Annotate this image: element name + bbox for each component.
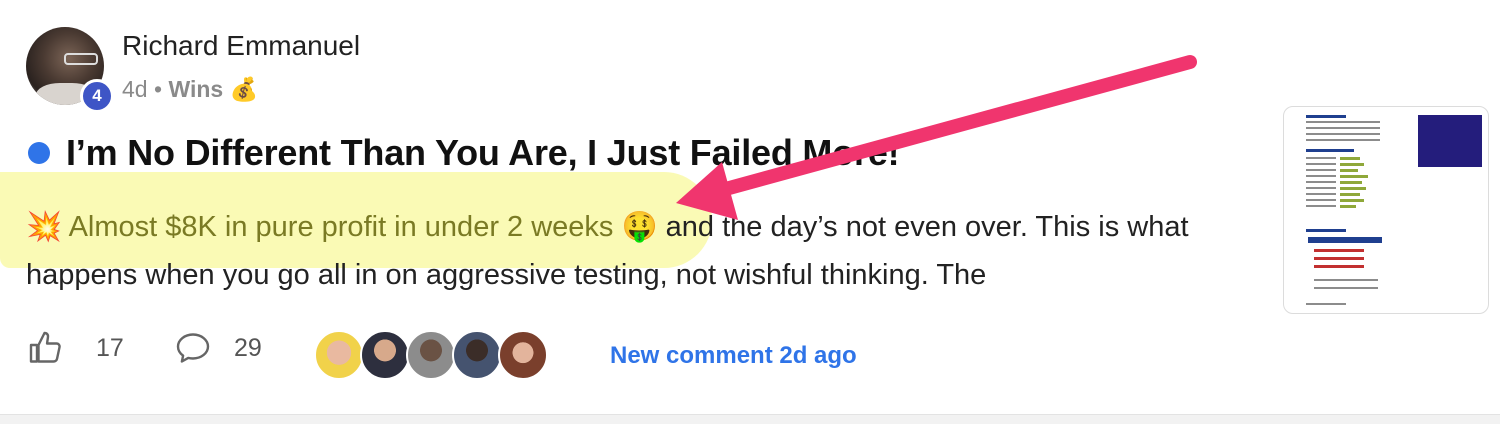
money-bag-icon: 💰 xyxy=(229,76,259,102)
thumb-line xyxy=(1306,303,1346,305)
thumb-heading xyxy=(1306,229,1346,232)
thumb-line xyxy=(1306,157,1336,159)
thumb-ad xyxy=(1418,115,1482,167)
avatar[interactable] xyxy=(498,330,548,380)
thumbs-up-icon xyxy=(29,331,61,363)
post-meta: 4d • Wins 💰 xyxy=(122,76,258,103)
like-count: 17 xyxy=(96,333,124,362)
thumb-bar xyxy=(1340,205,1356,208)
thumb-line xyxy=(1306,139,1380,141)
comment-button[interactable]: 29 xyxy=(174,330,262,366)
like-button[interactable]: 17 xyxy=(28,330,124,366)
post-body[interactable]: 💥 Almost $8K in pure profit in under 2 w… xyxy=(26,203,1226,299)
commenter-avatars xyxy=(314,330,548,380)
post-title[interactable]: I’m No Different Than You Are, I Just Fa… xyxy=(66,132,900,174)
unread-dot xyxy=(28,142,50,164)
post-age[interactable]: 4d xyxy=(122,76,148,102)
thumb-line xyxy=(1306,175,1336,177)
thumb-bar xyxy=(1340,187,1366,190)
avatar[interactable] xyxy=(406,330,456,380)
thumb-line xyxy=(1306,133,1380,135)
author-name[interactable]: Richard Emmanuel xyxy=(122,30,360,62)
thumb-line xyxy=(1306,193,1336,195)
money-face-emoji-icon: 🤑 xyxy=(621,211,658,243)
level-badge: 4 xyxy=(80,79,114,113)
thumb-line xyxy=(1306,127,1380,129)
author-avatar[interactable]: 4 xyxy=(26,27,114,113)
thumb-line xyxy=(1306,205,1336,207)
thumb-bar xyxy=(1340,199,1364,202)
thumb-red-line xyxy=(1314,265,1364,268)
speech-bubble-icon xyxy=(176,333,210,363)
post-footer: 17 29 New comment 2d ago xyxy=(28,330,1228,382)
thumb-line xyxy=(1306,199,1336,201)
post-card[interactable]: 4 Richard Emmanuel 4d • Wins 💰 I’m No Di… xyxy=(0,0,1500,416)
thumb-bar xyxy=(1340,169,1358,172)
thumb-line xyxy=(1306,169,1336,171)
thumb-heading xyxy=(1306,115,1346,118)
avatar[interactable] xyxy=(314,330,364,380)
thumb-bar xyxy=(1340,193,1360,196)
thumb-line xyxy=(1306,181,1336,183)
thumb-red-line xyxy=(1314,249,1364,252)
thumb-bar xyxy=(1340,181,1362,184)
thumb-line xyxy=(1314,287,1378,289)
thumb-line xyxy=(1314,279,1378,281)
post-thumbnail[interactable] xyxy=(1283,106,1489,314)
thumb-bar xyxy=(1340,163,1364,166)
title-row[interactable]: I’m No Different Than You Are, I Just Fa… xyxy=(28,132,900,174)
avatar-glasses xyxy=(64,53,98,65)
thumb-red-line xyxy=(1314,257,1364,260)
meta-separator: • xyxy=(153,76,163,102)
thumb-line xyxy=(1306,163,1336,165)
thumb-bar xyxy=(1340,157,1360,160)
new-comment-link[interactable]: New comment 2d ago xyxy=(610,342,857,370)
body-highlight-text: Almost $8K in pure profit in under 2 wee… xyxy=(68,211,614,243)
avatar[interactable] xyxy=(360,330,410,380)
thumb-bar xyxy=(1340,175,1368,178)
post-category[interactable]: Wins xyxy=(168,76,223,102)
thumb-line xyxy=(1306,121,1380,123)
collision-emoji-icon: 💥 xyxy=(26,211,63,243)
avatar[interactable] xyxy=(452,330,502,380)
comment-count: 29 xyxy=(234,333,262,362)
thumb-heading xyxy=(1306,149,1354,152)
thumb-line xyxy=(1306,187,1336,189)
thumb-table-header xyxy=(1308,237,1382,243)
